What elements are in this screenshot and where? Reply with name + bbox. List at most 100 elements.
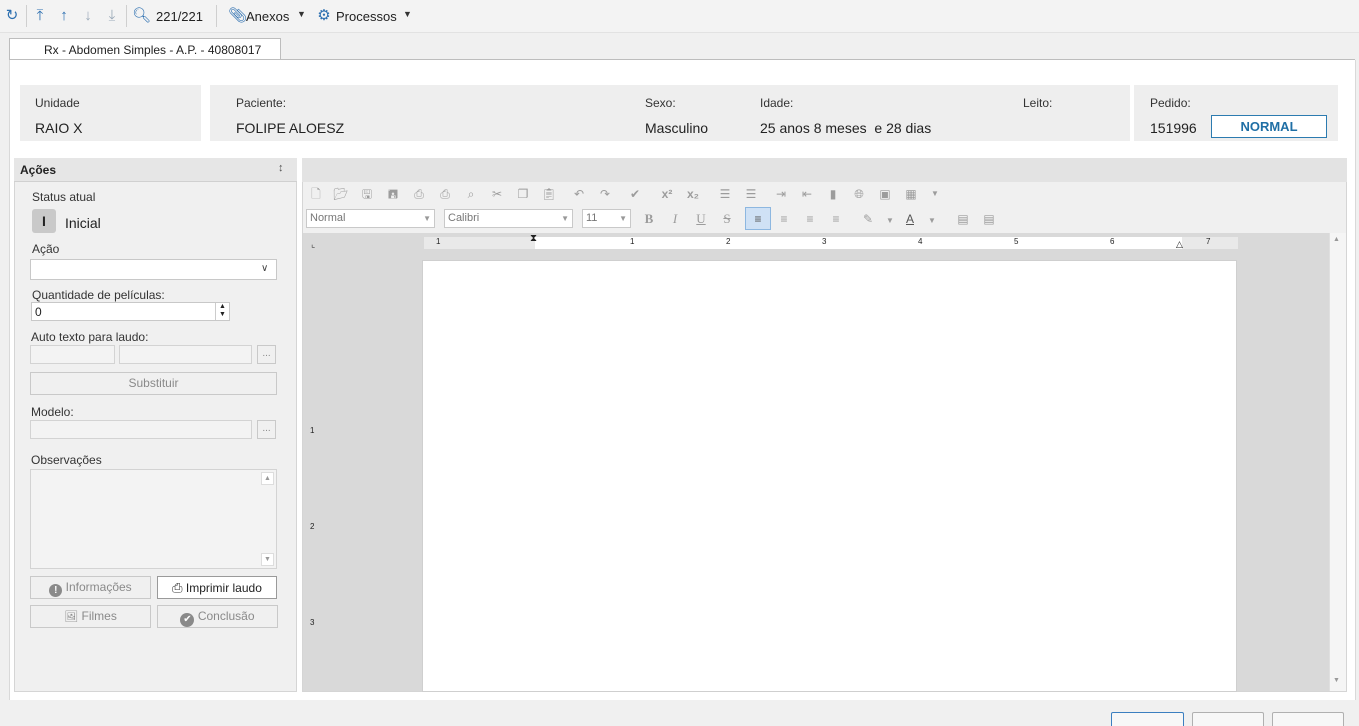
indent-increase-icon[interactable]: ⇥ [773, 186, 789, 202]
hyperlink-icon[interactable]: 🌐︎ [851, 186, 867, 202]
record-counter: 221/221 [156, 9, 203, 24]
filmes-button[interactable]: 🖼︎ Filmes [30, 605, 151, 628]
scroll-down-icon[interactable]: ▼ [1333, 677, 1340, 684]
sexo-label: Sexo: [645, 96, 676, 110]
tab-stop-icon[interactable]: ⌞ [311, 239, 315, 250]
redo-icon[interactable]: ↷ [597, 186, 613, 202]
find-icon[interactable]: ⌕ [463, 186, 479, 202]
style-value: Normal [310, 212, 346, 224]
align-center-icon[interactable]: ≡ [776, 211, 792, 227]
acao-select[interactable]: ∨ [30, 259, 277, 280]
modelo-label: Modelo: [31, 405, 74, 419]
anexos-menu-button[interactable]: 📎︎ Anexos ▼ [224, 0, 308, 33]
imprimir-laudo-button[interactable]: ⎙ Imprimir laudo [157, 576, 277, 599]
top-toolbar: ↻ ⤒ ↑ ↓ ⤓ 🔍︎ 221/221 📎︎ Anexos ▼ ⚙ Proce… [0, 0, 1359, 33]
ruler-number: 2 [726, 237, 731, 246]
peliculas-value: 0 [35, 305, 42, 319]
footer-button-primary[interactable] [1111, 712, 1184, 726]
last-record-icon[interactable]: ⤓ [104, 8, 120, 24]
info-icon: ! [49, 584, 63, 597]
font-size-select[interactable]: 11 ▼ [582, 209, 631, 228]
observacoes-textarea[interactable]: ▲ ▼ [30, 469, 277, 569]
autotexto-browse-button[interactable]: ... [257, 345, 276, 364]
conclusao-label: Conclusão [197, 609, 255, 623]
bullet-list-icon[interactable]: ☰ [743, 186, 759, 202]
unidade-value: RAIO X [35, 120, 83, 136]
pin-icon[interactable]: ↕ [278, 162, 284, 174]
chevron-down-icon: ▼ [423, 214, 431, 223]
stepper-down-icon[interactable]: ▼ [215, 311, 229, 320]
cut-icon[interactable]: ✂ [489, 186, 505, 202]
stepper-up-icon[interactable]: ▲ [215, 303, 229, 311]
footer-button[interactable] [1272, 712, 1344, 726]
strikethrough-icon[interactable]: S [719, 211, 735, 227]
modelo-field[interactable] [30, 420, 252, 439]
footer-button[interactable] [1192, 712, 1264, 726]
scroll-up-icon[interactable]: ▲ [261, 472, 274, 485]
ruler-number: 3 [310, 618, 315, 627]
modelo-browse-button[interactable]: ... [257, 420, 276, 439]
underline-icon[interactable]: U [693, 211, 709, 227]
indent-decrease-icon[interactable]: ⇤ [799, 186, 815, 202]
print-icon[interactable]: ⎙ [411, 186, 427, 202]
substituir-button[interactable]: Substituir [30, 372, 277, 395]
highlight-icon[interactable]: ✎ [860, 211, 876, 227]
paste-icon[interactable]: 📋︎ [541, 186, 557, 202]
vertical-scrollbar[interactable]: ▲ ▼ [1329, 233, 1346, 691]
bookmark-icon[interactable]: ▮ [825, 186, 841, 202]
new-document-icon[interactable]: 🗋 [308, 186, 324, 202]
bold-icon[interactable]: B [641, 211, 657, 227]
editor-header [302, 158, 1347, 182]
document-page[interactable] [422, 260, 1237, 692]
pedido-label: Pedido: [1150, 96, 1191, 110]
toolbar-divider [216, 5, 217, 27]
copy-icon[interactable]: ❐ [515, 186, 531, 202]
informacoes-button[interactable]: ! Informações [30, 576, 151, 599]
peliculas-stepper[interactable]: 0 ▲ ▼ [31, 302, 230, 321]
align-justify-icon[interactable]: ≡ [828, 211, 844, 227]
chevron-down-icon: ▼ [403, 9, 412, 19]
first-record-icon[interactable]: ⤒ [32, 8, 48, 24]
search-icon[interactable]: 🔍︎ [132, 8, 151, 24]
next-record-icon[interactable]: ↓ [80, 8, 96, 24]
autotexto-code-field[interactable] [30, 345, 115, 364]
insert-table-icon[interactable]: ▦ [903, 186, 919, 202]
style-select[interactable]: Normal ▼ [306, 209, 435, 228]
superscript-icon[interactable]: x² [659, 186, 675, 202]
autotexto-description-field[interactable] [119, 345, 252, 364]
undo-icon[interactable]: ↶ [571, 186, 587, 202]
open-folder-icon[interactable]: 📂︎ [333, 186, 349, 202]
subscript-icon[interactable]: x₂ [685, 186, 701, 202]
ruler-number: 5 [1014, 237, 1019, 246]
insert-image-icon[interactable]: ▣ [877, 186, 893, 202]
indent-marker-icon[interactable]: ⧗ [530, 233, 537, 244]
chevron-down-icon: ▼ [561, 214, 569, 223]
previous-record-icon[interactable]: ↑ [56, 8, 72, 24]
save-as-icon[interactable]: 🖪 [385, 186, 401, 202]
align-right-icon[interactable]: ≡ [802, 211, 818, 227]
chevron-down-icon: ▼ [619, 214, 627, 223]
chevron-down-icon[interactable]: ▼ [927, 186, 943, 202]
numbered-list-icon[interactable]: ☰ [717, 186, 733, 202]
borders-icon[interactable]: ▤ [981, 211, 997, 227]
processos-menu-button[interactable]: ⚙ Processos ▼ [314, 0, 414, 33]
chevron-down-icon[interactable]: ▼ [882, 213, 898, 229]
save-icon[interactable]: 🖫 [359, 186, 375, 202]
status-icon: I [32, 209, 56, 233]
tab-exam[interactable]: Rx - Abdomen Simples - A.P. - 40808017 [9, 38, 281, 60]
refresh-icon[interactable]: ↻ [4, 8, 20, 24]
horizontal-ruler[interactable]: 1 1 2 3 4 5 6 7 ⧗ △ [424, 233, 1238, 250]
conclusao-button[interactable]: ✔ Conclusão [157, 605, 278, 628]
italic-icon[interactable]: I [667, 211, 683, 227]
spellcheck-icon[interactable]: ✔ [627, 186, 643, 202]
font-select[interactable]: Calibri ▼ [444, 209, 573, 228]
chevron-down-icon[interactable]: ▼ [924, 213, 940, 229]
autotexto-label: Auto texto para laudo: [31, 330, 149, 344]
paragraph-shading-icon[interactable]: ▤ [955, 211, 971, 227]
right-indent-marker-icon[interactable]: △ [1176, 239, 1183, 250]
scroll-up-icon[interactable]: ▲ [1333, 236, 1340, 243]
print-preview-icon[interactable]: ⎙ [437, 186, 453, 202]
font-color-icon[interactable]: A [902, 211, 918, 227]
vertical-ruler[interactable]: 1 2 3 [310, 256, 318, 686]
scroll-down-icon[interactable]: ▼ [261, 553, 274, 566]
